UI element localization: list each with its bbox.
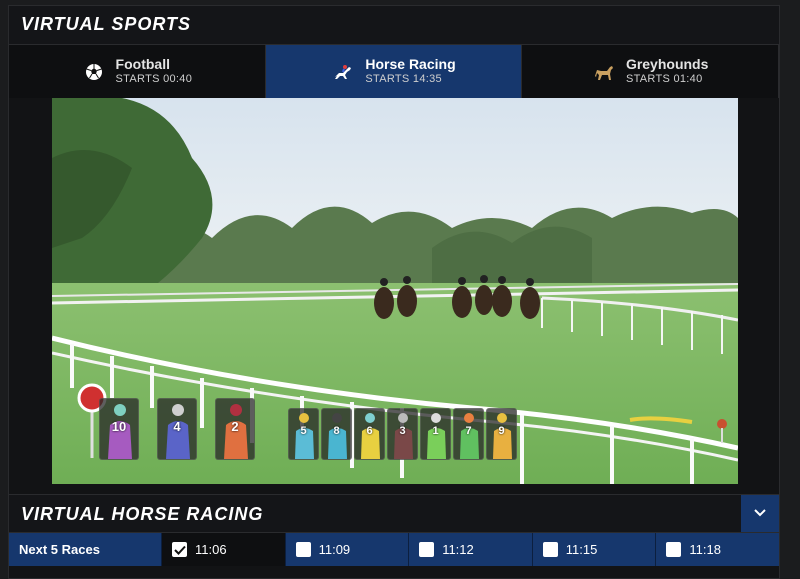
greyhound-icon: [592, 60, 616, 84]
race-time: 11:15: [565, 542, 598, 557]
race-option[interactable]: 11:09: [286, 533, 410, 566]
runner-silk: 5: [288, 408, 319, 460]
tab-label: Greyhounds: [625, 55, 709, 72]
runner-silk: 7: [453, 408, 484, 460]
tab-start-time: STARTS 14:35: [365, 72, 442, 85]
runner-number: 7: [465, 425, 472, 437]
runner-silk: 10: [99, 398, 139, 460]
silks-group-left: 10 4 2: [99, 398, 255, 460]
runner-number: 5: [300, 425, 307, 437]
race-option[interactable]: 11:18: [656, 533, 779, 566]
checkbox[interactable]: [666, 542, 682, 557]
runner-silk: 2: [215, 398, 255, 460]
runner-silk: 6: [354, 408, 385, 460]
runner-number: 9: [498, 425, 505, 437]
section-title: Virtual Horse Racing: [21, 504, 264, 524]
runner-silk: 4: [157, 398, 197, 460]
silks-group-right: 5 8 6 3 1 7 9: [288, 408, 517, 460]
tab-label: Football: [115, 55, 170, 72]
race-time: 11:06: [195, 542, 227, 557]
collapse-button[interactable]: [741, 495, 779, 533]
runner-number: 1: [432, 425, 439, 437]
football-icon: [82, 60, 106, 84]
tab-horse-racing[interactable]: Horse Racing STARTS 14:35: [265, 45, 523, 98]
checkbox[interactable]: [542, 542, 558, 557]
race-time: 11:09: [318, 542, 351, 557]
checkbox-checked[interactable]: [172, 542, 187, 557]
runner-silk: 3: [387, 408, 418, 460]
next-races-bar: Next 5 Races 11:06 11:09 11:12 11:15 11:…: [9, 532, 779, 566]
checkbox[interactable]: [295, 542, 311, 557]
virtual-sports-panel: Virtual Sports Football STARTS 00:40 Hor…: [8, 5, 780, 579]
checkbox[interactable]: [419, 542, 435, 557]
runner-number: 8: [333, 425, 340, 437]
runner-silk: 1: [420, 408, 451, 460]
runner-number: 6: [366, 425, 373, 437]
sport-tabs: Football STARTS 00:40 Horse Racing START…: [9, 44, 780, 98]
tab-greyhounds[interactable]: Greyhounds STARTS 01:40: [522, 45, 780, 98]
runner-silk: 8: [321, 408, 352, 460]
tab-start-time: STARTS 00:40: [115, 72, 193, 85]
tab-football[interactable]: Football STARTS 00:40: [9, 45, 266, 98]
chevron-down-icon: [753, 505, 767, 523]
runner-silk: 9: [486, 408, 517, 460]
next-races-label: Next 5 Races: [9, 533, 162, 566]
race-option[interactable]: 11:15: [533, 533, 657, 566]
race-video[interactable]: 10 4 2 5 8 6 3 1 7 9: [52, 98, 738, 484]
section-header: Virtual Horse Racing: [9, 494, 779, 533]
runner-number: 10: [111, 419, 127, 434]
tab-start-time: STARTS 01:40: [625, 72, 703, 85]
runner-number: 2: [231, 419, 239, 434]
header: Virtual Sports: [9, 6, 779, 44]
page-title: Virtual Sports: [21, 14, 192, 34]
race-option[interactable]: 11:06: [162, 533, 286, 566]
race-time: 11:12: [442, 542, 474, 557]
race-option[interactable]: 11:12: [409, 533, 533, 566]
tab-label: Horse Racing: [365, 55, 456, 72]
checkmark-icon: [173, 545, 186, 555]
race-time: 11:18: [689, 542, 721, 557]
runner-number: 3: [399, 425, 406, 437]
runner-number: 4: [173, 419, 181, 434]
horse-icon: [331, 60, 355, 84]
